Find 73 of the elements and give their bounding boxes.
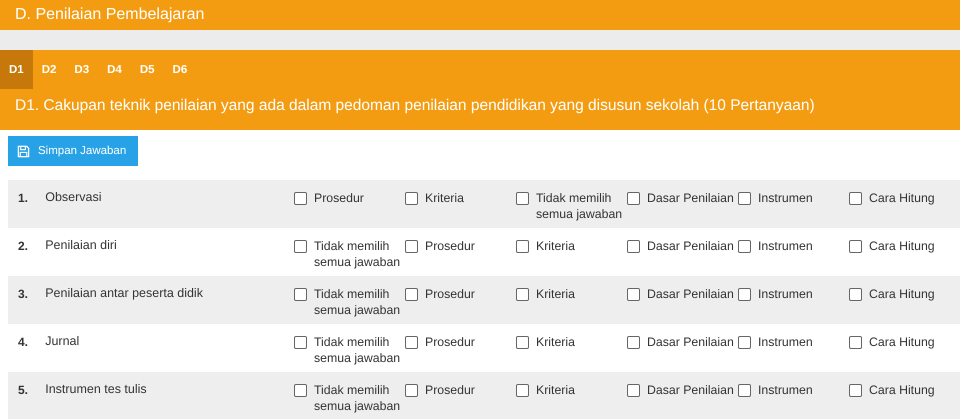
option-label[interactable]: Instrumen (758, 286, 849, 302)
option-label[interactable]: Dasar Penilaian (647, 382, 738, 398)
question-text: Jurnal (45, 334, 80, 348)
question-number: 3. (17, 286, 30, 301)
checkbox[interactable] (405, 384, 418, 397)
page-title: D. Penilaian Pembelajaran (15, 6, 204, 24)
option-label[interactable]: Kriteria (536, 286, 627, 302)
question-text: Instrumen tes tulis (45, 382, 148, 396)
checkbox[interactable] (294, 384, 307, 397)
checkbox[interactable] (738, 336, 751, 349)
checkbox[interactable] (516, 240, 529, 253)
option-label[interactable]: Prosedur (425, 286, 516, 302)
checkbox[interactable] (294, 192, 307, 205)
checkbox[interactable] (627, 240, 640, 253)
option-label[interactable]: Cara Hitung (869, 334, 960, 350)
option-label[interactable]: Tidak memilih semua jawaban (536, 190, 627, 222)
option-label[interactable]: Tidak memilih semua jawaban (314, 334, 405, 366)
option-label[interactable]: Kriteria (536, 382, 627, 398)
option-label[interactable]: Dasar Penilaian (647, 334, 738, 350)
checkbox[interactable] (738, 384, 751, 397)
option-label[interactable]: Dasar Penilaian (647, 238, 738, 254)
option-label[interactable]: Instrumen (758, 334, 849, 350)
checkbox[interactable] (516, 336, 529, 349)
option-label[interactable]: Kriteria (425, 190, 516, 206)
checkbox[interactable] (738, 240, 751, 253)
question-number: 4. (17, 334, 30, 349)
option-label[interactable]: Cara Hitung (869, 238, 960, 254)
option-label[interactable]: Dasar Penilaian (647, 190, 738, 206)
checkbox[interactable] (405, 192, 418, 205)
checkbox[interactable] (294, 240, 307, 253)
option-label[interactable]: Prosedur (425, 382, 516, 398)
question-text: Penilaian antar peserta didik (45, 286, 204, 300)
question-number: 2. (17, 238, 30, 253)
option-label[interactable]: Tidak memilih semua jawaban (314, 286, 405, 318)
question-text: Penilaian diri (45, 238, 118, 252)
option-label[interactable]: Instrumen (758, 190, 849, 206)
checkbox[interactable] (405, 240, 418, 253)
option-label[interactable]: Kriteria (536, 238, 627, 254)
checkbox[interactable] (516, 192, 529, 205)
option-label[interactable]: Cara Hitung (869, 190, 960, 206)
save-icon (17, 144, 30, 158)
checkbox[interactable] (294, 336, 307, 349)
checkbox[interactable] (627, 288, 640, 301)
checkbox[interactable] (849, 288, 862, 301)
checkbox[interactable] (627, 336, 640, 349)
option-label[interactable]: Prosedur (425, 334, 516, 350)
checkbox[interactable] (627, 384, 640, 397)
option-label[interactable]: Tidak memilih semua jawaban (314, 238, 405, 270)
option-label[interactable]: Cara Hitung (869, 382, 960, 398)
checkbox[interactable] (294, 288, 307, 301)
option-label[interactable]: Cara Hitung (869, 286, 960, 302)
checkbox[interactable] (405, 336, 418, 349)
option-label[interactable]: Dasar Penilaian (647, 286, 738, 302)
question-number: 1. (17, 190, 30, 205)
checkbox[interactable] (627, 192, 640, 205)
question-text: Observasi (45, 190, 102, 204)
checkbox[interactable] (849, 240, 862, 253)
option-label[interactable]: Instrumen (758, 238, 849, 254)
checkbox[interactable] (849, 384, 862, 397)
section-title: D1. Cakupan teknik penilaian yang ada dalam pedoman penilaian pendidikan yang disusun sekolah (10 Pertanyaan) (14, 96, 816, 115)
question-number: 5. (17, 382, 30, 397)
checkbox[interactable] (516, 384, 529, 397)
checkbox[interactable] (405, 288, 418, 301)
option-label[interactable]: Instrumen (758, 382, 849, 398)
option-label[interactable]: Kriteria (536, 334, 627, 350)
checkbox[interactable] (849, 336, 862, 349)
option-label[interactable]: Prosedur (425, 238, 516, 254)
option-label[interactable]: Tidak memilih semua jawaban (314, 382, 405, 414)
checkbox[interactable] (516, 288, 529, 301)
checkbox[interactable] (738, 192, 751, 205)
checkbox[interactable] (738, 288, 751, 301)
checkbox[interactable] (849, 192, 862, 205)
option-label[interactable]: Prosedur (314, 190, 405, 206)
